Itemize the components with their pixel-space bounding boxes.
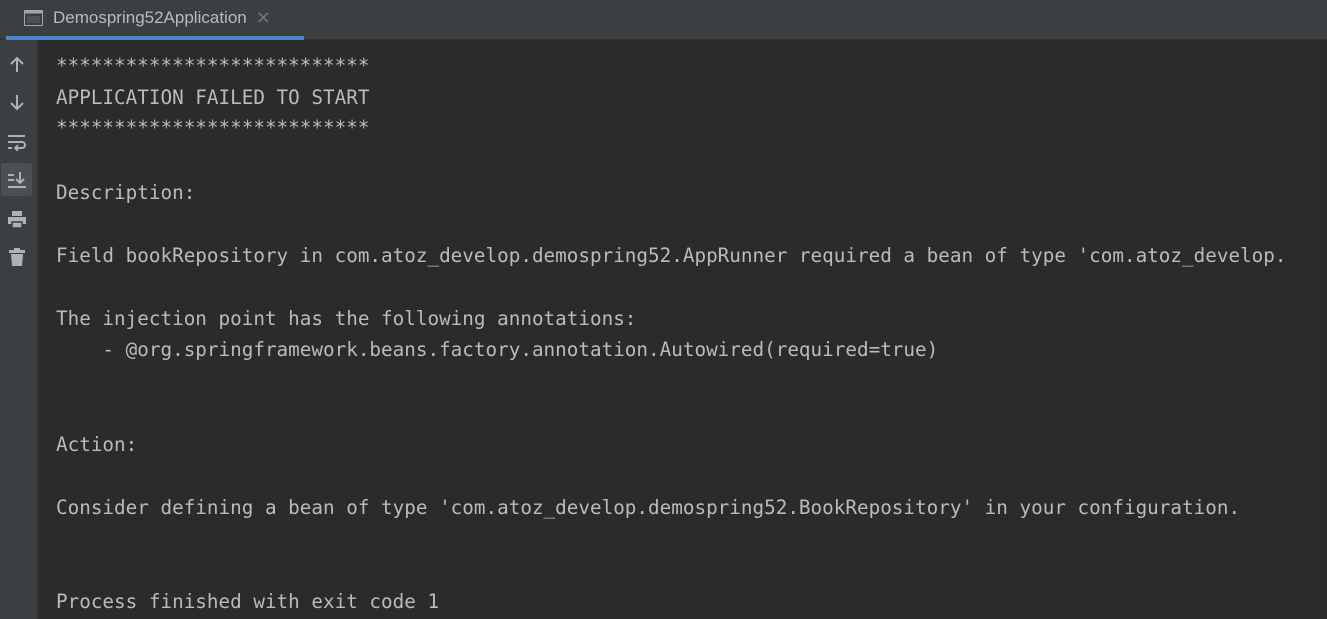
- console-line: Consider defining a bean of type 'com.at…: [56, 496, 1241, 519]
- console-line: The injection point has the following an…: [56, 307, 637, 330]
- console-line: Action:: [56, 433, 138, 456]
- tab-run-configuration[interactable]: Demospring52Application ×: [6, 0, 304, 40]
- console-line: ***************************: [56, 116, 370, 139]
- soft-wrap-icon: [7, 133, 27, 151]
- console-output[interactable]: *************************** APPLICATION …: [38, 40, 1327, 619]
- scroll-to-end-button[interactable]: [1, 163, 32, 196]
- console-line: ***************************: [56, 54, 370, 77]
- scroll-down-button[interactable]: [1, 85, 32, 118]
- clear-all-icon: [8, 247, 26, 267]
- tab-title: Demospring52Application: [53, 8, 247, 27]
- console-line: APPLICATION FAILED TO START: [56, 86, 370, 109]
- print-icon: [7, 210, 27, 229]
- close-icon[interactable]: ×: [256, 9, 271, 27]
- scroll-down-icon: [8, 93, 26, 111]
- console-line: Process finished with exit code 1: [56, 590, 440, 613]
- console-window-icon: [24, 10, 43, 26]
- console-line: - @org.springframework.beans.factory.ann…: [56, 338, 939, 361]
- console-line: Field bookRepository in com.atoz_develop…: [56, 244, 1287, 267]
- soft-wrap-button[interactable]: [1, 125, 32, 158]
- clear-all-button[interactable]: [1, 240, 32, 273]
- console-line: Description:: [56, 181, 196, 204]
- scroll-up-icon: [8, 56, 26, 74]
- scroll-up-button[interactable]: [1, 48, 32, 81]
- console-toolbar: [0, 40, 38, 619]
- tab-bar: Demospring52Application ×: [0, 0, 1327, 40]
- run-tool-window: Demospring52Application × **************…: [0, 0, 1327, 619]
- print-button[interactable]: [1, 203, 32, 236]
- scroll-to-end-icon: [7, 171, 27, 189]
